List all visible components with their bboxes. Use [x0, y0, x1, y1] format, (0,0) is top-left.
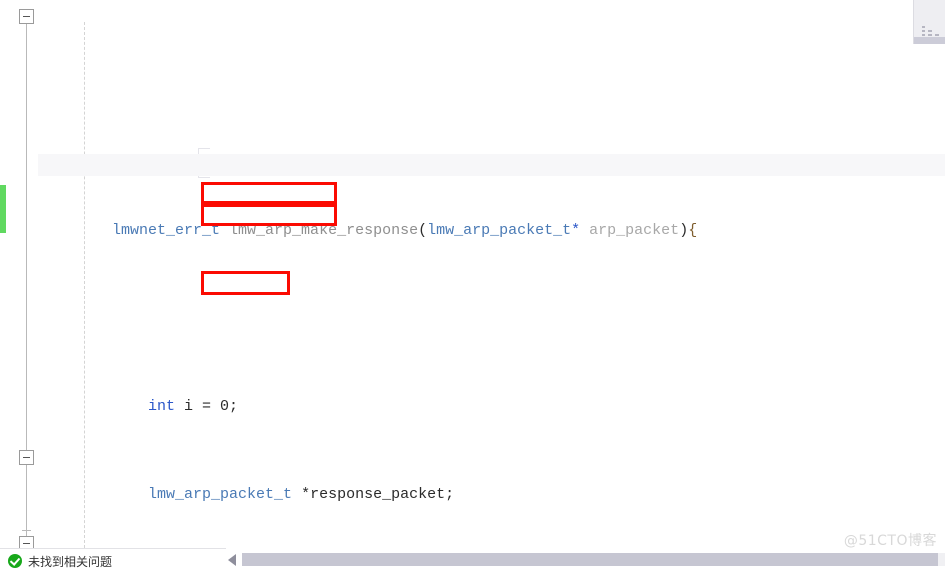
minimap-dot [935, 34, 939, 36]
scrollbar-track[interactable] [242, 553, 945, 566]
code-editor-window: lmwnet_err_t lmw_arp_make_response(lmw_a… [0, 0, 945, 572]
token-decl: i = 0; [175, 398, 239, 415]
horizontal-scrollbar[interactable] [226, 548, 945, 572]
token-decl: *response_packet; [292, 486, 455, 503]
fold-marker-line-25[interactable] [19, 536, 34, 548]
token-paren-close: ) [679, 222, 689, 239]
status-bar: 未找到相关问题 [0, 548, 945, 572]
status-message: 未找到相关问题 [28, 554, 113, 569]
scrollbar-thumb[interactable] [242, 553, 938, 566]
change-marker[interactable] [0, 185, 6, 233]
token-return-type: lmwnet_err_t [112, 222, 221, 239]
token-paren: ( [418, 222, 428, 239]
editor-surface[interactable]: lmwnet_err_t lmw_arp_make_response(lmw_a… [0, 0, 945, 548]
minimap-dot [928, 30, 932, 32]
token-param-name: arp_packet [580, 222, 680, 239]
triangle-left-icon[interactable] [228, 554, 236, 566]
code-line[interactable]: int i = 0; [38, 374, 945, 415]
minimap-dot [922, 34, 925, 36]
token-brace-open: { [688, 222, 698, 239]
change-bar-gutter [0, 0, 8, 548]
code-line[interactable]: lmw_arp_packet_t *response_packet; [38, 462, 945, 503]
code-line-blank[interactable] [38, 286, 945, 308]
check-circle-icon [8, 554, 22, 568]
minimap-dot [922, 30, 925, 32]
fold-marker-line-21[interactable] [19, 450, 34, 465]
token-type: lmw_arp_packet_t [148, 486, 293, 503]
minimap-dot [928, 34, 932, 36]
token-star: * [571, 222, 581, 239]
code-folding-gutter [8, 0, 38, 548]
minimap-viewport[interactable] [914, 37, 945, 44]
token-param-type: lmw_arp_packet_t [427, 222, 572, 239]
line-highlight [38, 154, 945, 176]
status-message-group: 未找到相关问题 [8, 549, 112, 572]
code-overview-minimap[interactable] [913, 0, 945, 44]
minimap-dot [922, 26, 925, 28]
fold-marker-line-1[interactable] [19, 9, 34, 24]
fold-tick [22, 530, 31, 531]
code-content[interactable]: lmwnet_err_t lmw_arp_make_response(lmw_a… [38, 0, 945, 548]
code-line[interactable]: lmwnet_err_t lmw_arp_make_response(lmw_a… [38, 198, 945, 239]
token-keyword-int: int [148, 398, 176, 415]
token-function-name: lmw_arp_make_response [220, 222, 419, 239]
